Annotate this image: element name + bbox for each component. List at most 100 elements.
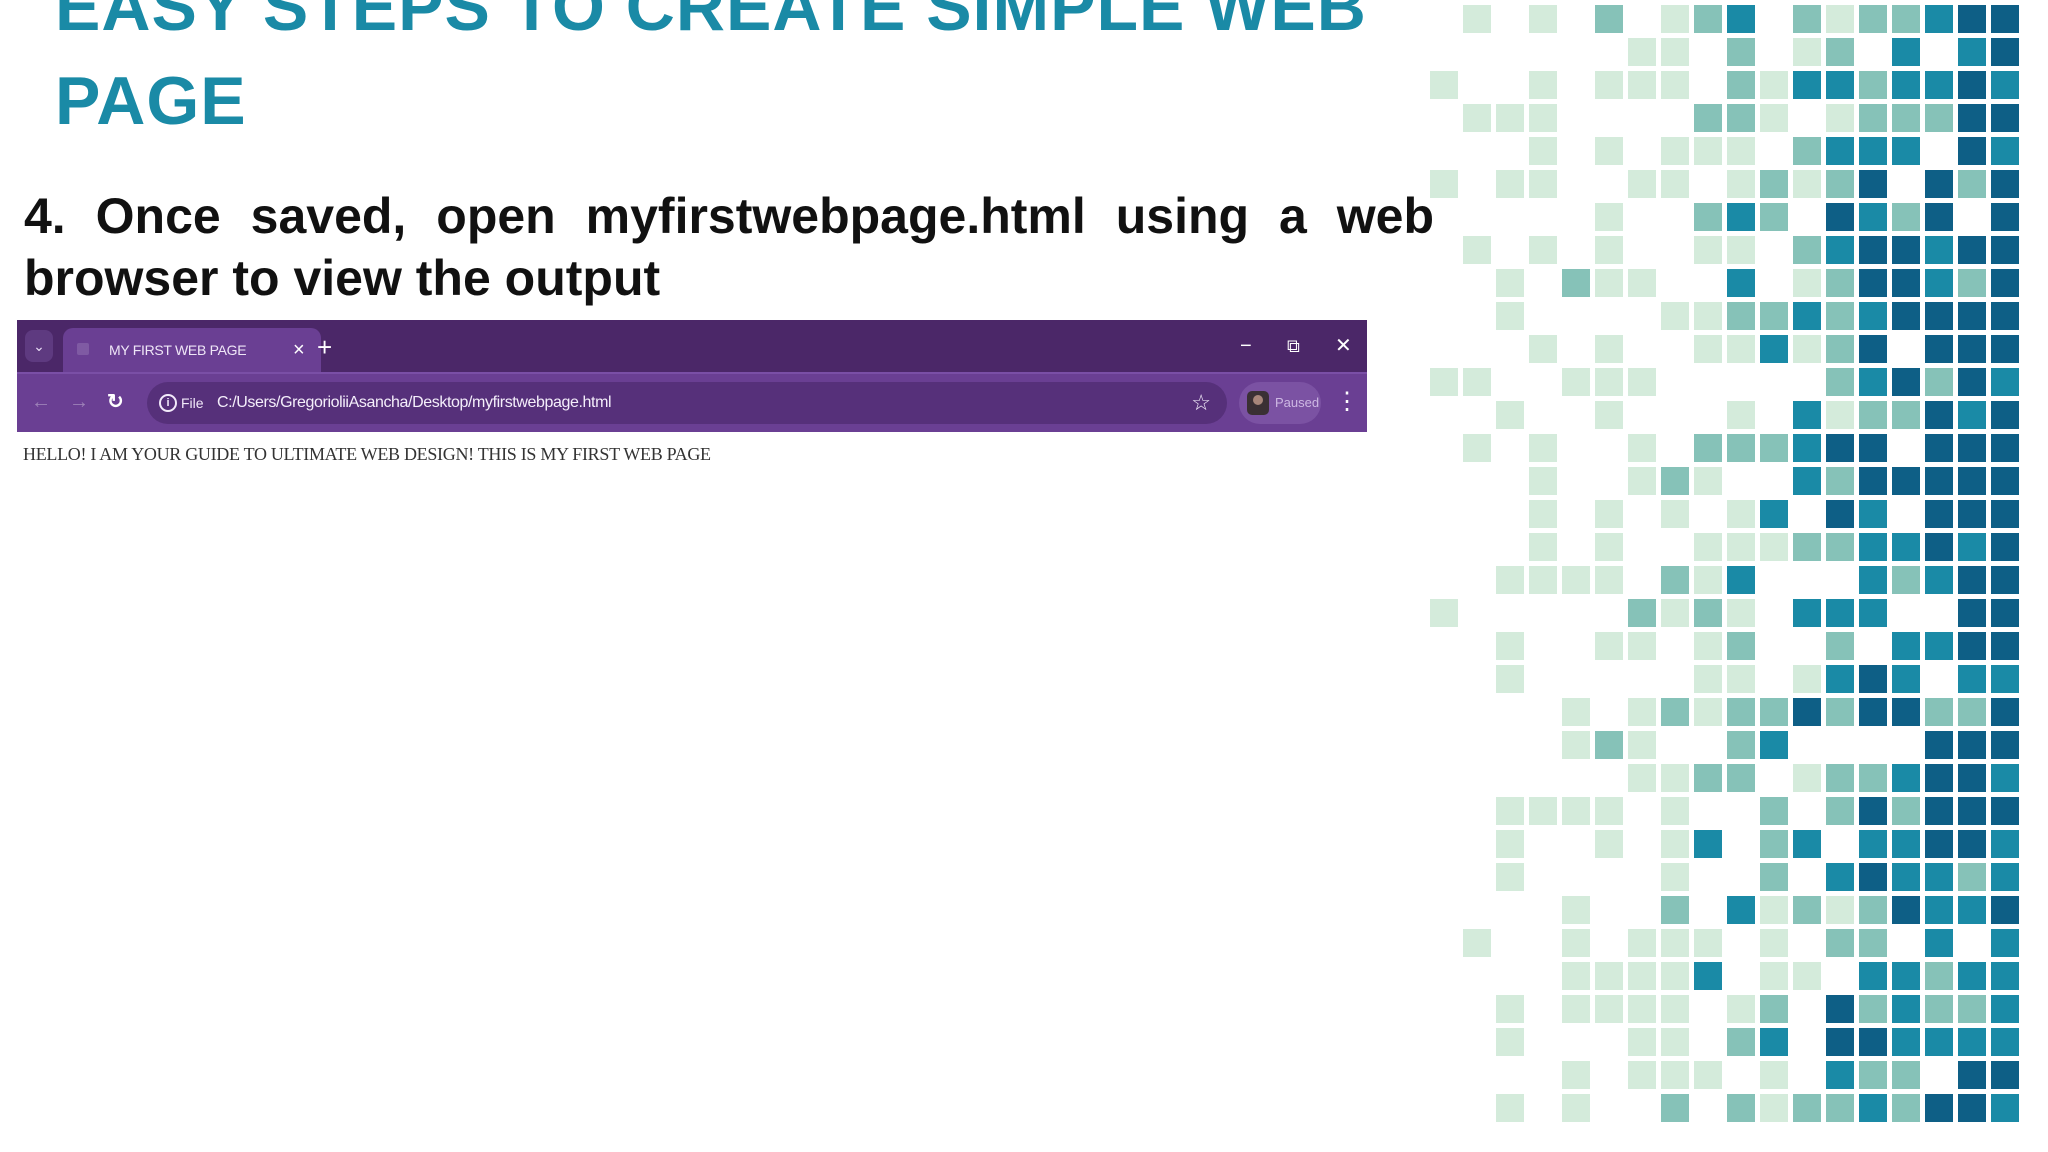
mosaic-tile [1793,764,1821,792]
mosaic-tile [1562,368,1590,396]
browser-screenshot: ⌄ MY FIRST WEB PAGE × + − ⧉ ✕ ← → ↻ i Fi… [17,320,1367,480]
mosaic-tile [1793,962,1821,990]
mosaic-tile [1991,368,2019,396]
mosaic-tile [1892,467,1920,495]
mosaic-tile [1958,995,1986,1023]
mosaic-tile [1661,170,1689,198]
mosaic-tile [1958,434,1986,462]
mosaic-tile [1793,302,1821,330]
mosaic-tile [1892,137,1920,165]
mosaic-tile [1958,764,1986,792]
mosaic-tile [1661,137,1689,165]
mosaic-tile [1562,797,1590,825]
mosaic-tile [1826,38,1854,66]
back-button[interactable]: ← [31,374,51,430]
mosaic-tile [1793,170,1821,198]
tab-search-button[interactable]: ⌄ [25,330,53,362]
mosaic-tile [1628,38,1656,66]
url-text[interactable]: C:/Users/GregorioliiAsancha/Desktop/myfi… [217,382,612,424]
mosaic-tile [1925,566,1953,594]
restore-button[interactable]: ⧉ [1287,328,1300,364]
mosaic-tile [1991,71,2019,99]
mosaic-tile [1595,995,1623,1023]
mosaic-tile [1892,632,1920,660]
mosaic-tile [1727,632,1755,660]
mosaic-tile [1925,929,1953,957]
mosaic-tile [1892,1061,1920,1089]
decorative-mosaic [1430,5,2019,1122]
mosaic-tile [1727,698,1755,726]
address-bar[interactable]: i File C:/Users/GregorioliiAsancha/Deskt… [147,382,1227,424]
mosaic-tile [1991,236,2019,264]
mosaic-tile [1595,962,1623,990]
mosaic-tile [1595,830,1623,858]
mosaic-tile [1595,236,1623,264]
reload-button[interactable]: ↻ [107,374,124,430]
profile-status-label: Paused [1275,395,1320,410]
mosaic-tile [1496,1028,1524,1056]
mosaic-tile [1859,500,1887,528]
mosaic-tile [1826,1028,1854,1056]
mosaic-tile [1925,302,1953,330]
browser-menu-icon[interactable]: ⋮ [1335,374,1359,430]
mosaic-tile [1991,863,2019,891]
mosaic-tile [1661,1094,1689,1122]
new-tab-button[interactable]: + [317,328,332,366]
mosaic-tile [1727,566,1755,594]
mosaic-tile [1925,368,1953,396]
mosaic-tile [1661,566,1689,594]
scheme-label: File [181,395,204,411]
mosaic-tile [1958,5,1986,33]
mosaic-tile [1859,5,1887,33]
mosaic-tile [1628,632,1656,660]
mosaic-tile [1991,5,2019,33]
mosaic-tile [1562,929,1590,957]
mosaic-tile [1694,632,1722,660]
mosaic-tile [1694,929,1722,957]
mosaic-tile [1760,335,1788,363]
profile-button[interactable]: Paused [1239,382,1321,424]
mosaic-tile [1463,5,1491,33]
mosaic-tile [1760,533,1788,561]
mosaic-tile [1859,797,1887,825]
mosaic-tile [1892,1094,1920,1122]
close-window-button[interactable]: ✕ [1335,328,1352,364]
mosaic-tile [1661,599,1689,627]
mosaic-tile [1958,863,1986,891]
mosaic-tile [1892,797,1920,825]
mosaic-tile [1595,71,1623,99]
mosaic-tile [1661,797,1689,825]
mosaic-tile [1892,995,1920,1023]
mosaic-tile [1793,830,1821,858]
site-info-icon[interactable]: i [159,394,177,412]
mosaic-tile [1826,467,1854,495]
mosaic-tile [1859,434,1887,462]
minimize-button[interactable]: − [1240,328,1252,364]
mosaic-tile [1859,71,1887,99]
tab-close-icon[interactable]: × [293,328,305,372]
mosaic-tile [1595,500,1623,528]
mosaic-tile [1595,5,1623,33]
mosaic-tile [1661,38,1689,66]
forward-button[interactable]: → [69,374,89,430]
mosaic-tile [1760,170,1788,198]
mosaic-tile [1661,302,1689,330]
mosaic-tile [1859,368,1887,396]
mosaic-tile [1859,830,1887,858]
mosaic-tile [1628,698,1656,726]
mosaic-tile [1595,533,1623,561]
mosaic-tile [1859,962,1887,990]
mosaic-tile [1496,632,1524,660]
tab-my-first-web-page[interactable]: MY FIRST WEB PAGE × [63,328,321,372]
mosaic-tile [1694,665,1722,693]
mosaic-tile [1958,698,1986,726]
mosaic-tile [1925,500,1953,528]
mosaic-tile [1793,401,1821,429]
mosaic-tile [1826,764,1854,792]
mosaic-tile [1925,71,1953,99]
slide-title: EASY STEPS TO CREATE SIMPLE WEB PAGE [55,0,1367,139]
bookmark-star-icon[interactable]: ☆ [1191,382,1211,424]
mosaic-tile [1958,566,1986,594]
mosaic-tile [1958,38,1986,66]
mosaic-tile [1826,302,1854,330]
